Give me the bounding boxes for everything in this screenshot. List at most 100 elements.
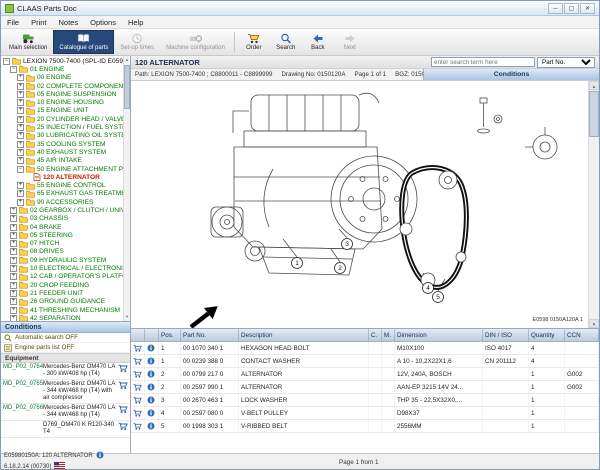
tree-item[interactable]: +42 SEPARATION: [1, 314, 130, 321]
expand-icon[interactable]: +: [17, 157, 24, 165]
expand-icon[interactable]: +: [17, 82, 24, 90]
scroll-down-arrow[interactable]: ▼: [589, 319, 599, 328]
expand-icon[interactable]: +: [10, 223, 17, 231]
collapse-icon[interactable]: −: [10, 65, 17, 73]
menu-options[interactable]: Options: [84, 18, 122, 27]
expand-icon[interactable]: +: [10, 248, 17, 256]
cart-icon[interactable]: [116, 364, 128, 373]
column-header[interactable]: [131, 329, 145, 341]
row-info-cell[interactable]: [145, 394, 159, 406]
search-field-select[interactable]: Part No.: [537, 56, 595, 68]
tree-item[interactable]: − 01 ENGINE: [1, 65, 130, 73]
collapse-icon[interactable]: −: [3, 57, 10, 65]
tree-item[interactable]: +10 ENGINE HOUSING: [1, 98, 130, 107]
tree-scrollbar[interactable]: ▲ ▼: [123, 56, 130, 321]
row-info-cell[interactable]: [145, 355, 159, 367]
toolbar-button-search[interactable]: Search: [270, 30, 302, 54]
parts-row[interactable]: 1 00 0239 388 0 CONTACT WASHER A 10 - 10,2X…: [131, 355, 599, 368]
expand-icon[interactable]: +: [17, 90, 24, 98]
row-cart-cell[interactable]: [131, 407, 145, 419]
maximize-button[interactable]: ▢: [564, 2, 579, 14]
expand-icon[interactable]: +: [17, 190, 24, 198]
scrollbar-thumb[interactable]: [589, 91, 599, 137]
expand-icon[interactable]: +: [17, 132, 24, 140]
tree-item[interactable]: +65 EXHAUST GAS TREATMENT: [1, 190, 130, 198]
parts-row[interactable]: 5 00 1998 303 1 V-RIBBED BELT 2556MM 1: [131, 420, 599, 433]
expand-icon[interactable]: +: [17, 124, 24, 132]
condition-toggle[interactable]: Engine parts list OFF: [1, 343, 130, 353]
expand-icon[interactable]: +: [10, 281, 17, 289]
tree-item[interactable]: +07 HITCH: [1, 240, 130, 248]
column-header[interactable]: Part No.: [181, 329, 239, 341]
expand-icon[interactable]: +: [17, 115, 24, 123]
scroll-up-arrow[interactable]: ▲: [589, 81, 599, 90]
tree-item[interactable]: +55 ENGINE CONTROL: [1, 181, 130, 190]
tree-item[interactable]: +30 LUBRICATING OIL SYSTEM: [1, 132, 130, 140]
column-header[interactable]: CCN: [565, 329, 599, 341]
conditions-panel-header[interactable]: Conditions: [1, 322, 130, 333]
menu-file[interactable]: File: [1, 18, 25, 27]
expand-icon[interactable]: +: [10, 240, 17, 248]
row-cart-cell[interactable]: [131, 355, 145, 367]
tree-item[interactable]: +08 DRIVES: [1, 248, 130, 256]
tree-item[interactable]: +04 BRAKE: [1, 223, 130, 231]
tree-item[interactable]: +45 AIR INTAKE: [1, 157, 130, 165]
search-input[interactable]: [431, 57, 535, 67]
column-header[interactable]: Dimension: [395, 329, 483, 341]
drawing-area[interactable]: 1 2 3 45 E0598 0150A120A 1 ▲ ▼: [131, 81, 599, 328]
parts-row[interactable]: 2 00 2597 990 1 ALTERNATOR AAN-EP 3215 14V …: [131, 381, 599, 394]
cart-icon[interactable]: [116, 405, 128, 414]
column-header[interactable]: Pos.: [159, 329, 181, 341]
expand-icon[interactable]: +: [10, 273, 17, 281]
expand-icon[interactable]: +: [17, 99, 24, 107]
row-info-cell[interactable]: [145, 342, 159, 354]
row-cart-cell[interactable]: [131, 394, 145, 406]
row-info-cell[interactable]: [145, 420, 159, 432]
scroll-up-arrow[interactable]: ▲: [124, 56, 130, 64]
equipment-row[interactable]: MD_P02_0764 Mercedes-Benz OM470 LA - 300 …: [1, 363, 130, 380]
tree-item[interactable]: +20 CROP FEEDING: [1, 281, 130, 289]
tree-item[interactable]: +15 ENGINE UNIT: [1, 107, 130, 115]
parts-row[interactable]: 3 00 2670 463 1 LOCK WASHER THP 35 - 22,5X3…: [131, 394, 599, 407]
tree-item[interactable]: +21 FEEDER UNIT: [1, 289, 130, 297]
cart-icon[interactable]: [116, 381, 128, 390]
column-header[interactable]: Description: [239, 329, 369, 341]
expand-icon[interactable]: +: [17, 182, 24, 190]
column-header[interactable]: Quantity: [529, 329, 565, 341]
scroll-down-arrow[interactable]: ▼: [124, 313, 130, 321]
column-header[interactable]: [145, 329, 159, 341]
tree-item[interactable]: +02 GEARBOX / CLUTCH / UNIVERSAL DRIVE S…: [1, 206, 130, 214]
row-cart-cell[interactable]: [131, 368, 145, 380]
scrollbar-thumb[interactable]: [124, 65, 130, 109]
column-header[interactable]: C.: [369, 329, 382, 341]
parts-row[interactable]: 4 00 2597 080 0 V-BELT PULLEY D98X37 1: [131, 407, 599, 420]
expand-icon[interactable]: +: [10, 231, 17, 239]
tree-item[interactable]: − 50 ENGINE ATTACHMENT PARTS: [1, 165, 130, 173]
parts-row[interactable]: 2 00 0799 217 0 ALTERNATOR 12V, 240A, BOSCH…: [131, 368, 599, 381]
menu-notes[interactable]: Notes: [53, 18, 85, 27]
tree-item[interactable]: +90 ACCESSORIES: [1, 198, 130, 206]
condition-toggle[interactable]: Automatic search OFF: [1, 333, 130, 343]
collapse-icon[interactable]: −: [17, 165, 24, 173]
expand-icon[interactable]: +: [10, 206, 17, 214]
parts-row[interactable]: 1 00 1070 340 1 HEXAGON HEAD BOLT M10X100 IS…: [131, 342, 599, 355]
tree-item[interactable]: +05 STEERING: [1, 231, 130, 239]
toolbar-button-order[interactable]: Order: [238, 30, 270, 54]
close-button[interactable]: ✕: [580, 2, 595, 14]
expand-icon[interactable]: +: [17, 74, 24, 82]
row-info-cell[interactable]: [145, 368, 159, 380]
equipment-row[interactable]: MD_P02_0765 Mercedes-Benz OM470 LA - 344 …: [1, 380, 130, 404]
expand-icon[interactable]: +: [10, 215, 17, 223]
expand-icon[interactable]: +: [17, 140, 24, 148]
expand-icon[interactable]: +: [17, 107, 24, 115]
expand-icon[interactable]: +: [17, 148, 24, 156]
menu-print[interactable]: Print: [25, 18, 52, 27]
tree-item[interactable]: +09 HYDRAULIC SYSTEM: [1, 256, 130, 264]
menu-help[interactable]: Help: [122, 18, 149, 27]
toolbar-button-catalogue-of-parts[interactable]: Catalogue of parts: [53, 30, 115, 54]
expand-icon[interactable]: +: [10, 314, 17, 321]
tree-item[interactable]: +10 ELECTRICAL / ELECTRONIC EQUIPMENT: [1, 264, 130, 273]
row-cart-cell[interactable]: [131, 381, 145, 393]
tree-item[interactable]: +00 ENGINE: [1, 74, 130, 82]
expand-icon[interactable]: +: [10, 306, 17, 314]
